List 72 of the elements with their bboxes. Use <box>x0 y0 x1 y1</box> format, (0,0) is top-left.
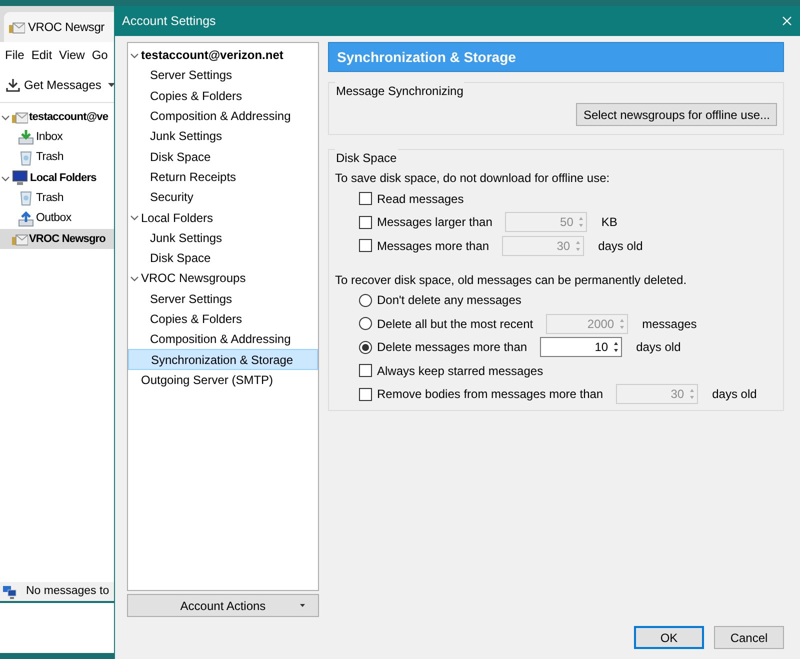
number-field: 30 <box>616 384 698 404</box>
folder-item[interactable]: Inbox <box>0 127 114 148</box>
checkbox[interactable] <box>359 364 372 378</box>
close-button[interactable] <box>782 16 792 26</box>
tree-item[interactable]: testaccount@verizon.net <box>128 45 318 66</box>
option-label: Remove bodies from messages more than <box>377 386 604 404</box>
menu-item[interactable]: View <box>59 46 85 64</box>
group-label: Message Synchronizing <box>335 82 464 100</box>
page-heading: Synchronization & Storage <box>328 42 784 72</box>
window-title: Account Settings <box>122 12 216 30</box>
option-label: Messages more than <box>377 238 490 255</box>
number-field: 30 <box>502 236 584 256</box>
tree-item[interactable]: Copies & Folders <box>128 308 318 330</box>
menu-item[interactable]: Go <box>92 46 108 64</box>
account-actions-button[interactable]: Account Actions <box>127 594 319 617</box>
tree-item[interactable]: Local Folders <box>128 207 318 228</box>
unit-label: days old <box>598 238 643 255</box>
tree-item[interactable]: Composition & Addressing <box>128 329 318 350</box>
folder-item[interactable]: testaccount@ve <box>0 107 114 128</box>
tree-item[interactable]: Junk Settings <box>128 126 318 146</box>
folder-item[interactable]: Local Folders <box>0 168 114 188</box>
option-label: Don't delete any messages <box>377 292 522 310</box>
tree-item[interactable]: Return Receipts <box>128 166 318 188</box>
dropdown-caret-icon <box>300 604 306 608</box>
option-label: Delete all but the most recent <box>377 316 534 333</box>
group-label: Disk Space <box>335 149 398 167</box>
menu-item[interactable]: Edit <box>31 46 52 64</box>
folder-item[interactable]: Trash <box>0 188 114 208</box>
radio-button[interactable] <box>359 294 372 307</box>
tree-item[interactable]: Security <box>128 187 318 208</box>
inbox-icon <box>17 129 35 146</box>
recover-text: To recover disk space, old messages can be permanently deleted. <box>335 272 688 288</box>
download-icon <box>6 78 20 92</box>
number-field[interactable]: 10 <box>540 337 622 358</box>
tree-item[interactable]: Synchronization & Storage <box>128 349 318 370</box>
outbox-icon <box>17 210 35 227</box>
app-tab[interactable]: VROC Newsgr <box>4 12 114 42</box>
status-text: No messages to <box>26 584 110 599</box>
tree-item[interactable]: VROC Newsgroups <box>128 268 318 289</box>
radio-dot-icon <box>362 344 369 351</box>
tree-item[interactable]: Junk Settings <box>128 228 318 248</box>
unit-label: KB <box>601 214 618 232</box>
option-label: Messages larger than <box>377 214 492 232</box>
radio-button[interactable] <box>359 340 372 354</box>
tree-item[interactable]: Outgoing Server (SMTP) <box>128 370 318 390</box>
ok-button[interactable]: OK <box>634 626 704 649</box>
folder-item[interactable]: Outbox <box>0 208 114 229</box>
unit-label: days old <box>636 339 681 356</box>
option-label: Read messages <box>377 190 464 208</box>
close-icon <box>782 16 792 26</box>
folder-item[interactable]: VROC Newsgro <box>0 228 114 250</box>
cancel-button[interactable]: Cancel <box>714 626 784 649</box>
tree-item[interactable]: Copies & Folders <box>128 86 318 106</box>
tree-item[interactable]: Server Settings <box>128 288 318 309</box>
unit-label: days old <box>712 386 757 404</box>
tree-item[interactable]: Server Settings <box>128 65 318 86</box>
number-field: 50 <box>505 212 588 232</box>
intro-text: To save disk space, do not download for offline use: <box>335 170 611 187</box>
computer-icon <box>11 170 29 186</box>
option-label: Delete messages more than <box>377 339 528 356</box>
checkbox[interactable] <box>359 192 372 206</box>
tree-item[interactable]: Disk Space <box>128 248 318 268</box>
tree-item[interactable]: Composition & Addressing <box>128 106 318 126</box>
select-newsgroups-button[interactable]: Select newsgroups for offline use... <box>576 103 777 126</box>
tree-item[interactable]: Disk Space <box>128 146 318 167</box>
unit-label: messages <box>642 316 697 333</box>
menu-item[interactable]: File <box>5 46 24 64</box>
get-messages-button[interactable]: Get Messages <box>6 76 102 94</box>
network-icon <box>2 584 18 598</box>
folder-item[interactable]: Trash <box>0 148 114 168</box>
option-label: Always keep starred messages <box>377 362 544 380</box>
number-field: 2000 <box>546 314 628 334</box>
